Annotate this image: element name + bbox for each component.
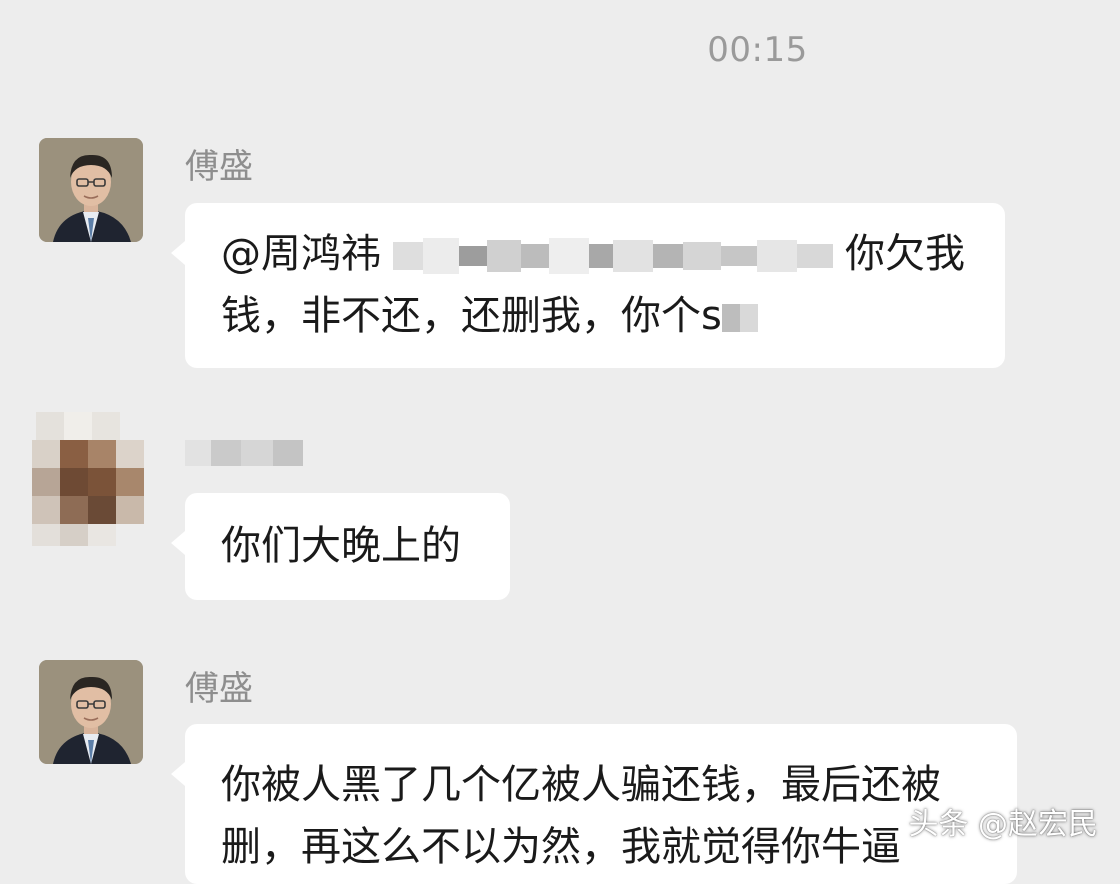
mention-text: @周鸿祎 (221, 231, 381, 277)
blurred-sender-name (185, 436, 303, 470)
message-text: 你被人黑了几个亿被人骗还钱，最后还被 (221, 762, 941, 808)
message-bubble-3[interactable]: 你被人黑了几个亿被人骗还钱，最后还被 删，再这么不以为然，我就觉得你牛逼 (171, 724, 1017, 884)
message-text: 你们大晚上的 (221, 523, 461, 569)
redacted-mosaic (393, 234, 833, 278)
avatar-blurred[interactable] (32, 412, 144, 546)
message-text: 钱，非不还，还删我，你个s (221, 293, 722, 339)
chat-timestamp: 00:15 (707, 30, 808, 70)
sender-name-fusheng: 傅盛 (185, 147, 253, 187)
portrait-avatar-icon (39, 660, 143, 764)
message-bubble-2[interactable]: 你们大晚上的 (171, 493, 510, 600)
portrait-avatar-icon (39, 138, 143, 242)
redacted-mosaic (721, 296, 758, 340)
message-bubble-1[interactable]: @周鸿祎 你欠我 钱，非不还，还删我，你个s (171, 203, 1005, 368)
message-text: 删，再这么不以为然，我就觉得你牛逼 (221, 824, 901, 870)
message-line: 钱，非不还，还删我，你个s (221, 285, 969, 347)
message-text: 你欠我 (845, 231, 965, 277)
message-line: @周鸿祎 你欠我 (221, 223, 969, 285)
sender-name-fusheng: 傅盛 (185, 669, 253, 709)
watermark-text: 头条 @赵宏民 (908, 807, 1098, 842)
avatar-fusheng-2[interactable] (39, 660, 143, 764)
blurred-avatar-icon (32, 412, 144, 546)
avatar-fusheng-1[interactable] (39, 138, 143, 242)
redacted-mosaic (185, 436, 303, 470)
